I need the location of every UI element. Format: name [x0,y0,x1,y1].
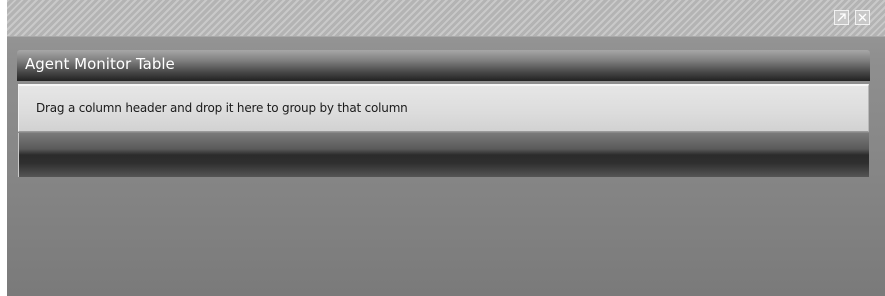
group-by-hint: Drag a column header and drop it here to… [36,101,408,115]
group-by-drop-area[interactable]: Drag a column header and drop it here to… [18,84,869,132]
close-button[interactable] [855,10,870,25]
grid-column-header-row[interactable] [18,133,869,177]
page: Agent Monitor Table Drag a column header… [0,0,885,296]
popout-arrow-icon [837,13,846,22]
window-titlebar[interactable] [7,0,885,37]
panel-title: Agent Monitor Table [17,50,870,81]
close-x-icon [858,13,867,22]
grid-body [18,177,869,296]
popout-button[interactable] [834,10,849,25]
